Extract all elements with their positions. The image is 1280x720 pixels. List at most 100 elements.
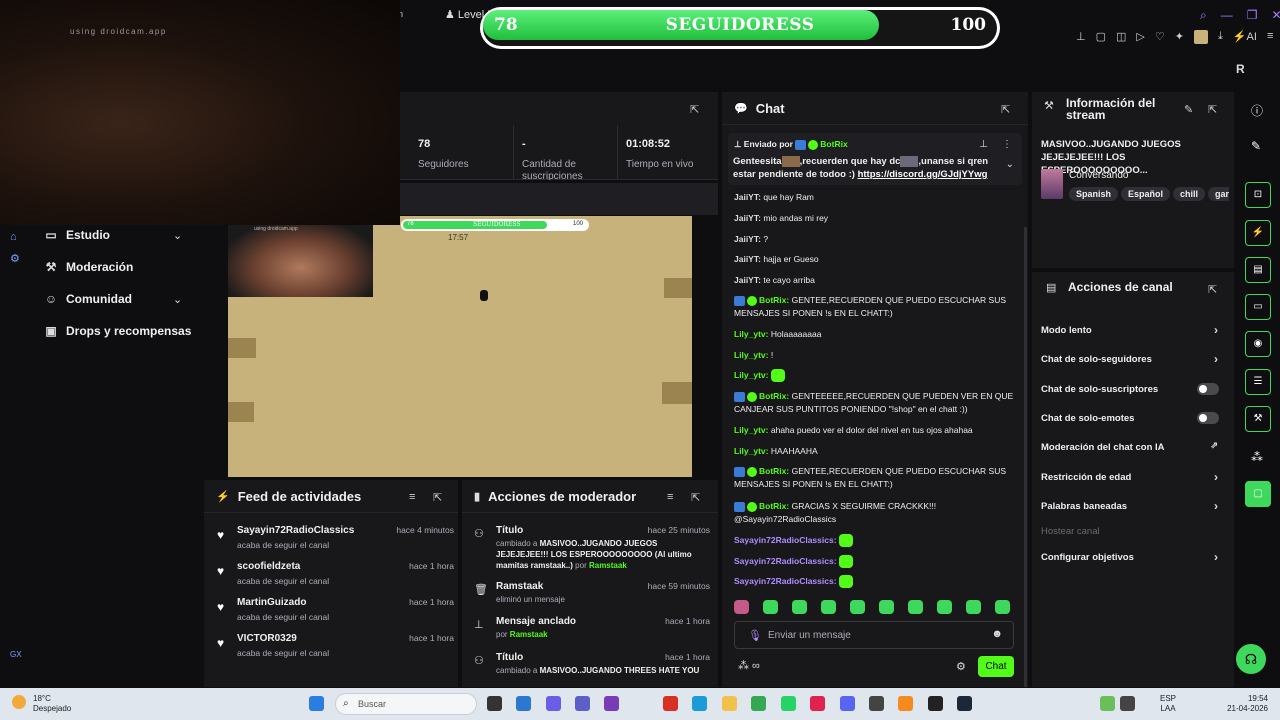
emote-button[interactable] [850,600,865,614]
edge-icon[interactable] [692,696,707,711]
pinned-user[interactable]: BotRix [820,139,847,149]
taskbar-search[interactable]: ⌕ Buscar [335,693,477,715]
close-icon[interactable]: ✕ [1272,8,1280,23]
opera-icon[interactable] [810,696,825,711]
category-name[interactable]: Conversando [1069,170,1128,181]
extensions-icon[interactable]: ✦ [1175,30,1184,46]
chat-user[interactable]: JaiiYT [734,254,758,264]
rail-list-button[interactable]: ☰ [1245,369,1271,395]
feed-item-name[interactable]: scoofieldzeta [237,561,300,572]
clock[interactable]: 19:54 21-04-2026 [1227,694,1268,714]
task-view-icon[interactable] [487,696,502,711]
windows-start-icon[interactable] [309,696,324,711]
chat-user[interactable]: Lily_ytv [734,350,766,360]
maximize-icon[interactable]: ❐ [1247,8,1258,23]
app-icon[interactable] [869,696,884,711]
r-badge[interactable]: R [1236,62,1250,76]
chat-user[interactable]: JaiiYT [734,275,758,285]
chevron-down-icon[interactable]: ⌄ [173,229,182,242]
popout-icon[interactable]: ⇱ [1208,103,1217,116]
chat-user[interactable]: Lily_ytv [734,370,766,380]
popout-icon[interactable]: ⇱ [1208,283,1217,296]
chat-user[interactable]: JaiiYT [734,213,758,223]
whatsapp-icon[interactable] [781,696,796,711]
chat-user[interactable]: Sayayin72RadioClassics [734,535,834,545]
settings-rail-icon[interactable]: ⚙ [10,252,20,265]
chat-user[interactable]: BotRix [759,391,786,401]
chat-send-button[interactable]: Chat [978,656,1014,677]
tag[interactable]: Spanish [1069,187,1119,201]
action-ai-moderation[interactable]: Moderación del chat con IA ⇗ [1041,440,1227,453]
chat-user[interactable]: Lily_ytv [734,329,766,339]
action-age-restriction[interactable]: Restricción de edad › [1041,470,1227,484]
popout-icon[interactable]: ⇱ [1001,103,1010,116]
copilot-icon[interactable] [546,696,561,711]
rail-app-button[interactable]: ▢ [1245,481,1271,507]
screenshot-icon[interactable]: ▢ [1096,30,1106,46]
app-icon[interactable] [604,696,619,711]
emote-button[interactable] [995,600,1010,614]
emote-button[interactable] [763,600,778,614]
feed-item-name[interactable]: VICTOR0329 [237,633,297,644]
chevron-down-icon[interactable]: ⌄ [173,293,182,306]
search-icon[interactable]: ⌕ [1200,8,1207,23]
popout-icon[interactable]: ⇱ [433,491,442,504]
rail-broadcast-button[interactable]: ◉ [1245,331,1271,357]
chat-input[interactable]: 🎙 Enviar un mensaje ☻ [734,621,1014,649]
chrome-icon[interactable] [751,696,766,711]
epic-icon[interactable] [928,696,943,711]
emote-button[interactable] [821,600,836,614]
popout-icon[interactable]: ⇱ [690,103,699,116]
menu-icon[interactable]: ≡ [1267,30,1273,46]
home-rail-icon[interactable]: ⌂ [10,231,17,243]
app-icon[interactable] [898,696,913,711]
filter-icon[interactable]: ≡ [409,491,415,503]
emoji-icon[interactable]: ☻ [991,628,1003,640]
rail-camera-button[interactable]: ⊡ [1245,182,1271,208]
tag[interactable]: chill [1173,187,1206,201]
pencil-icon[interactable]: ✎ [1251,139,1261,153]
download-icon[interactable]: ⤓ [1218,30,1223,46]
chevron-down-icon[interactable]: ⌄ [1006,159,1014,170]
action-configure-goals[interactable]: Configurar objetivos › [1041,550,1227,564]
more-icon[interactable]: ⋮ [1002,139,1012,150]
chat-scrollbar[interactable] [1024,227,1027,687]
tag[interactable]: Español [1121,187,1171,201]
play-icon[interactable]: ▷ [1136,30,1144,46]
teams-icon[interactable] [575,696,590,711]
chat-user[interactable]: JaiiYT [734,234,758,244]
heart-icon[interactable]: ♡ [1155,30,1165,46]
edit-icon[interactable]: ✎ [1184,103,1193,116]
action-slow-mode[interactable]: Modo lento › [1041,323,1227,337]
rail-wrench-button[interactable]: ⚒ [1245,406,1271,432]
nodes-icon[interactable]: ⁂ [1251,450,1263,464]
emote-button[interactable] [734,600,749,614]
tray-icon[interactable] [1100,696,1115,711]
chat-user[interactable]: Lily_ytv [734,446,766,456]
tray-icon[interactable] [1120,696,1135,711]
action-host-channel[interactable]: Hostear canal [1041,526,1227,537]
minimize-icon[interactable]: — [1221,8,1233,23]
outlook-icon[interactable] [516,696,531,711]
chat-user[interactable]: BotRix [759,295,786,305]
nav-moderacion[interactable]: ⚒ Moderación [44,260,134,274]
action-followers-only[interactable]: Chat de solo-seguidores › [1041,352,1227,366]
steam-icon[interactable] [957,696,972,711]
chat-user[interactable]: BotRix [759,466,786,476]
nav-comunidad[interactable]: ☺ Comunidad [44,292,132,306]
subs-only-toggle[interactable] [1197,383,1219,395]
profile-avatar[interactable] [1193,30,1208,44]
help-button[interactable]: ☊ [1236,644,1266,674]
ai-button[interactable]: ⚡AI [1233,30,1257,46]
pinned-link[interactable]: https://discord.gg/GJdjYYwg [858,169,988,180]
chat-user[interactable]: JaiiYT [734,192,758,202]
app-icon[interactable] [663,696,678,711]
tag[interactable]: gar [1208,187,1229,201]
discord-icon[interactable] [840,696,855,711]
filter-icon[interactable]: ≡ [667,491,673,503]
chat-user[interactable]: Lily_ytv [734,425,766,435]
rail-chat-button[interactable]: ▭ [1245,294,1271,320]
nav-drops[interactable]: ▣ Drops y recompensas [44,324,191,338]
pin-icon[interactable]: ⊥ [979,139,988,150]
mod-action-user[interactable]: Ramstaak [589,561,627,570]
